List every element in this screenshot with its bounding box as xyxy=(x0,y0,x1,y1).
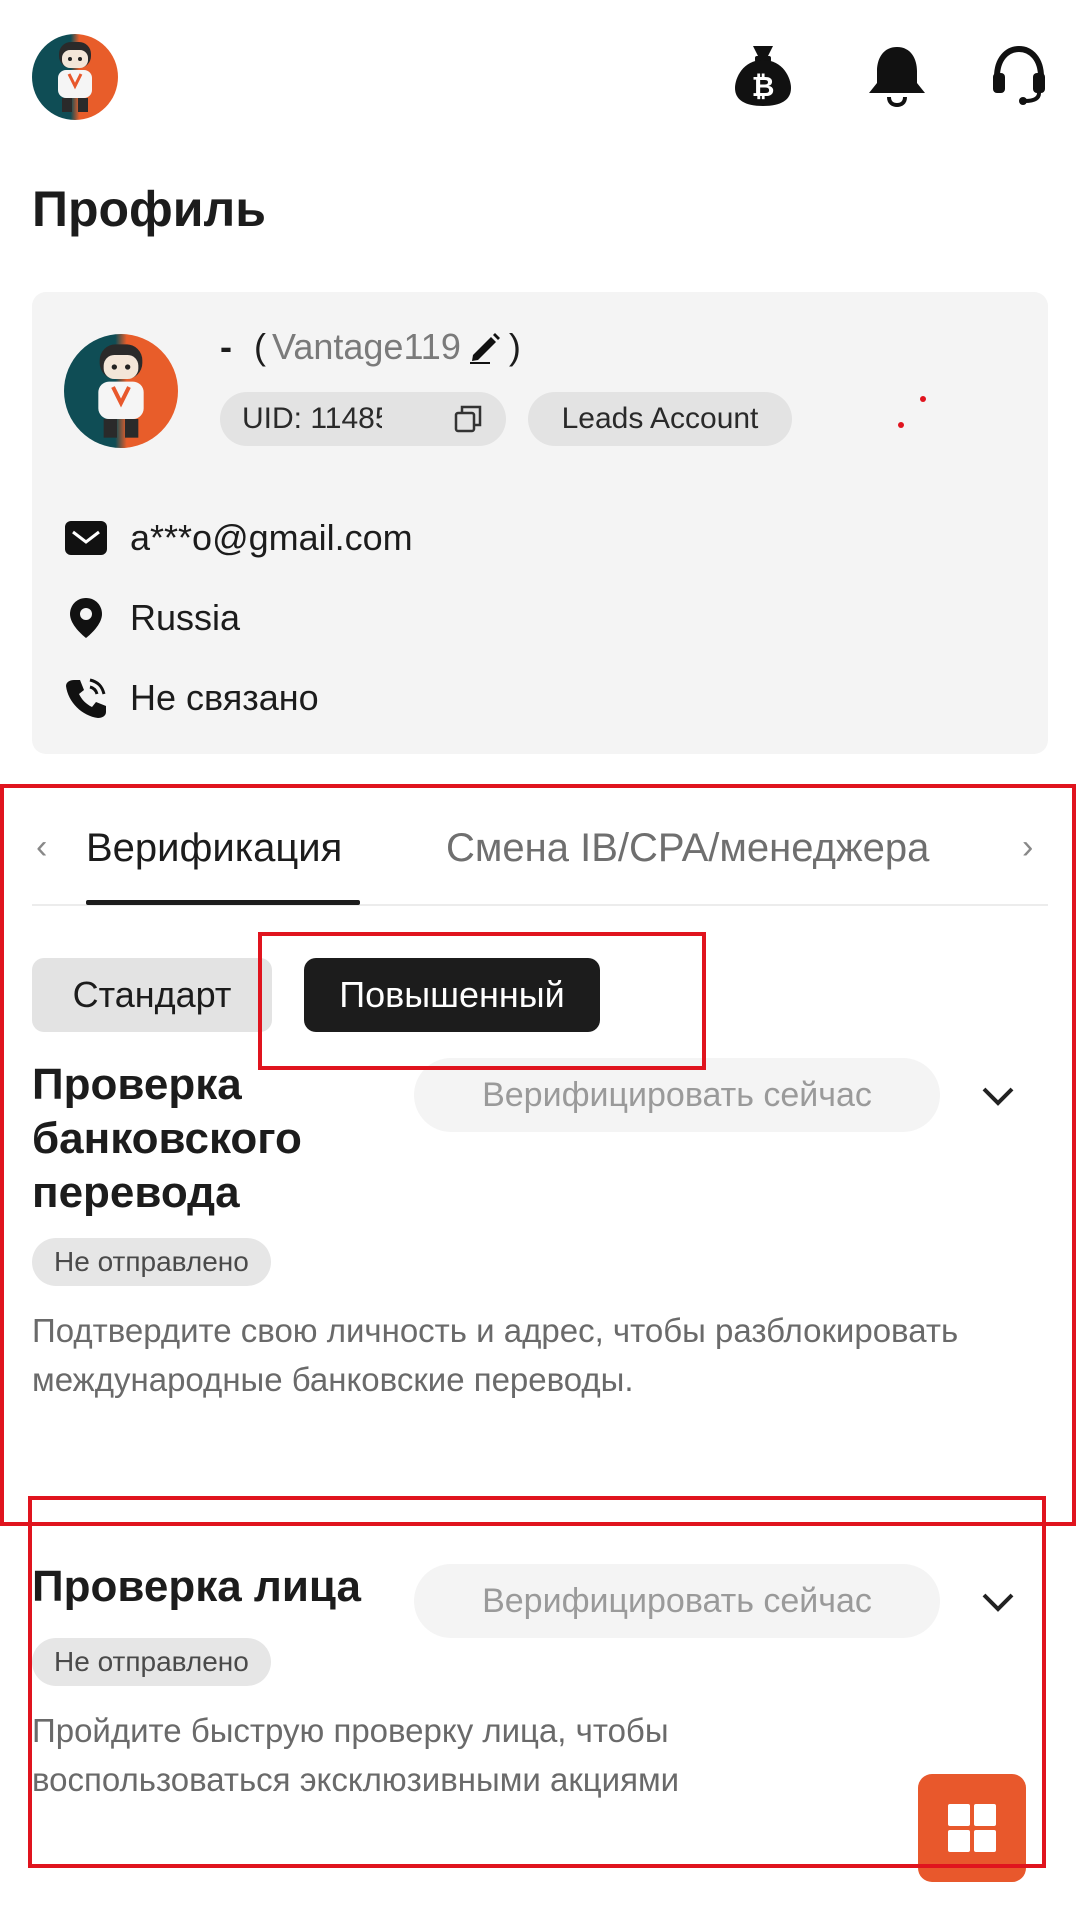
level-standard-button[interactable]: Стандарт xyxy=(32,958,272,1032)
avatar[interactable] xyxy=(32,34,118,120)
country-row: Russia xyxy=(64,596,240,640)
face-check-status-badge: Не отправлено xyxy=(32,1638,271,1686)
email-row: a***o@gmail.com xyxy=(64,516,413,560)
phone-icon xyxy=(64,676,108,720)
username-close: ) xyxy=(508,326,521,367)
bell-icon[interactable] xyxy=(862,40,932,110)
account-type-label: Leads Account xyxy=(561,402,759,435)
bank-transfer-title-line: банковского xyxy=(32,1114,302,1163)
bank-transfer-status-badge: Не отправлено xyxy=(32,1238,271,1286)
phone-text: Не связано xyxy=(130,677,319,718)
grid-icon xyxy=(948,1804,996,1852)
headset-icon[interactable] xyxy=(984,40,1054,110)
bank-transfer-title-line: Проверка xyxy=(32,1060,242,1109)
uid-chip: UID: 11485 xyxy=(220,392,506,446)
copy-icon[interactable] xyxy=(452,403,484,435)
tab-scroll-left-icon[interactable]: ‹ xyxy=(36,828,47,867)
country-text: Russia xyxy=(130,597,241,638)
face-check-description: Пройдите быструю проверку лица, чтобы во… xyxy=(32,1712,680,1798)
active-tab-indicator xyxy=(86,900,360,905)
red-dot xyxy=(898,422,904,428)
face-check-verify-button[interactable]: Верифицировать сейчас xyxy=(414,1564,940,1638)
pencil-icon[interactable] xyxy=(467,329,503,365)
red-dot xyxy=(920,396,926,402)
bank-transfer-title-line: перевода xyxy=(32,1168,240,1217)
top-bar: ₿ xyxy=(0,0,1088,150)
face-check-title: Проверка лица xyxy=(32,1562,361,1611)
level-advanced-button[interactable]: Повышенный xyxy=(304,958,600,1032)
svg-text:₿: ₿ xyxy=(752,70,775,103)
profile-avatar[interactable] xyxy=(64,334,178,448)
tab-bar: ‹ Верификация Смена IB/CPA/менеджера › xyxy=(32,812,1048,906)
mascot-icon xyxy=(98,344,144,438)
username: Vantage119 xyxy=(272,326,461,367)
apps-button[interactable] xyxy=(918,1774,1026,1882)
account-type-badge: Leads Account xyxy=(528,392,792,446)
mascot-icon xyxy=(58,42,92,112)
chevron-down-icon[interactable] xyxy=(976,1074,1020,1118)
email-text: a***o@gmail.com xyxy=(130,517,413,558)
mail-icon xyxy=(64,516,108,560)
profile-card: - ( Vantage119 ) UID: 11485 Leads Accoun… xyxy=(32,292,1048,754)
chevron-down-icon[interactable] xyxy=(976,1580,1020,1624)
bank-transfer-description: Подтвердите свою личность и адрес, чтобы… xyxy=(32,1312,959,1398)
bitcoin-bag-icon[interactable]: ₿ xyxy=(728,40,798,110)
bank-transfer-title: Проверка банковского перевода xyxy=(32,1058,302,1220)
tab-verification[interactable]: Верификация xyxy=(86,826,342,871)
uid-label: UID: 11485 xyxy=(242,402,382,435)
name-row: - ( Vantage119 ) xyxy=(220,326,521,368)
tab-scroll-right-icon[interactable]: › xyxy=(1022,828,1033,867)
bank-transfer-verify-button[interactable]: Верифицировать сейчас xyxy=(414,1058,940,1132)
location-pin-icon xyxy=(64,596,108,640)
username-open: ( xyxy=(254,326,266,367)
page-title: Профиль xyxy=(32,181,267,237)
tab-change-manager[interactable]: Смена IB/CPA/менеджера xyxy=(446,826,929,871)
phone-row: Не связано xyxy=(64,676,319,720)
display-name: - xyxy=(220,326,232,367)
